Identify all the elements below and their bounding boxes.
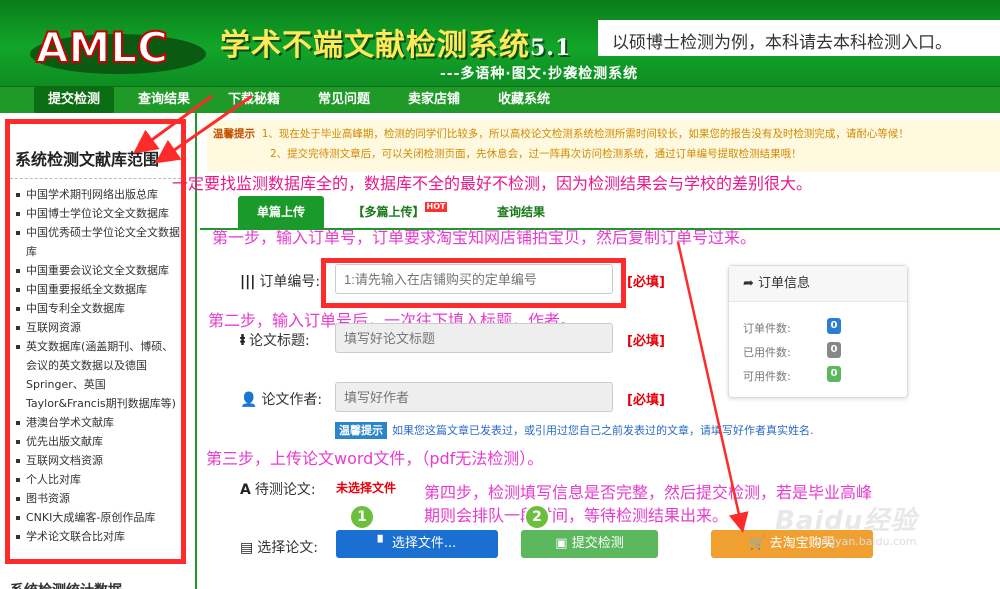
order-count-row: 订单件数: 0 [743,318,841,336]
list-item[interactable]: 图书资源 [14,489,181,508]
list-item[interactable]: 中国专利全文数据库 [14,299,181,318]
version-number: 5.1 [530,35,572,61]
list-item[interactable]: 互联网资源 [14,318,181,337]
database-list: 中国学术期刊网络出版总库 中国博士学位论文全文数据库 中国优秀硕士学位论文全文数… [10,179,181,546]
cart-icon: 🛒 [749,536,770,551]
hot-badge: HOT [424,202,448,212]
step-circle-2: 2 [524,504,550,530]
sidebar-title: 系统检测文献库范围 [10,124,181,179]
author-input[interactable] [335,382,613,412]
order-info-panel: ➦ 订单信息 订单件数: 0 已用件数: 0 可用件数: 0 [728,265,908,398]
used-count-badge: 0 [827,342,841,358]
nav-faq[interactable]: 常见问题 [304,87,384,113]
step-circle-1: 1 [349,504,375,530]
author-tip: 温馨提示 如果您这篇文章已发表过，或引用过您自己之前发表过的文章，请填写好作者真实… [335,422,814,439]
order-number-label: ||| 订单编号: [240,274,321,290]
notice-line-2: 2、提交完待测文章后，可以关闭检测页面，先休息会，过一阵再次访问检测系统，通过订… [270,148,802,160]
list-item[interactable]: 港澳台学术文献库 [14,413,181,432]
nav-bookmark-system[interactable]: 收藏系统 [484,87,564,113]
annotation-warning: 一定要找监测数据库全的，数据库不全的最好不检测，因为检测结果会与学校的差别很大。 [172,174,813,193]
list-item[interactable]: 中国重要报纸全文数据库 [14,280,181,299]
list-item[interactable]: CNKI大成编客-原创作品库 [14,508,181,527]
list-item[interactable]: 中国重要会议论文全文数据库 [14,261,181,280]
notice-label: 温馨提示 [213,128,255,140]
list-item[interactable]: 中国博士学位论文全文数据库 [14,204,181,223]
required-marker: [必填] [627,393,665,408]
required-marker: [必填] [627,334,665,349]
used-count-row: 已用件数: 0 [743,342,841,360]
nav-submit-check[interactable]: 提交检测 [34,87,114,113]
font-icon: A [240,482,251,498]
tab-multi-label: 【多篇上传】 [352,205,425,219]
watermark-url: jingyan.baidu.com [815,535,917,548]
list-item[interactable]: 互联网文档资源 [14,451,181,470]
database-scope-sidebar: 系统检测文献库范围 中国学术期刊网络出版总库 中国博士学位论文全文数据库 中国优… [5,119,186,564]
list-item[interactable]: 优先出版文献库 [14,432,181,451]
author-label: 👤 论文作者: [240,392,323,408]
logo-icon: AMLC [30,22,206,74]
select-paper-label: ▤ 选择论文: [240,540,318,556]
baidu-watermark: Baidu经验 [775,506,918,536]
available-count-badge: 0 [827,366,841,382]
list-icon: ▤ [240,540,254,556]
sidebar-stats-heading: 系统检测统计数据 [10,580,122,589]
paper-title-label: ⱡ 论文标题: [240,333,310,349]
notice-line-1: 1、现在处于毕业高峰期，检测的同学们比较多，所以高校论文检测系统检测所需时间较长… [261,128,909,140]
tip-tag: 温馨提示 [335,422,387,439]
user-icon: 👤 [240,392,258,408]
no-file-status: 未选择文件 [336,481,397,495]
annotation-step-4-line-2: 期则会排队一段时间，等待检测结果出来。 [424,506,729,525]
svg-text:AMLC: AMLC [36,23,168,72]
list-item[interactable]: 学术论文联合比对库 [14,527,181,546]
choose-file-button[interactable]: ▘ 选择文件... [336,530,498,558]
order-count-badge: 0 [827,318,841,334]
notice-box: 温馨提示 1、现在处于毕业高峰期，检测的同学们比较多，所以高校论文检测系统检测所… [207,120,1000,172]
pending-paper-label: A 待测论文: [240,482,316,498]
nav-seller-shop[interactable]: 卖家店铺 [394,87,474,113]
list-item[interactable]: 个人比对库 [14,470,181,489]
header: AMLC 学术不端文献检测系统5.1 ---多语种·图文·抄袭检测系统 以硕博士… [0,0,1000,86]
text-height-icon: ⱡ [240,333,246,349]
list-item[interactable]: 英文数据库(涵盖期刊、博硕、会议的英文数据以及德国Springer、英国Tayl… [14,337,181,413]
submit-check-button[interactable]: ▣ 提交检测 [521,530,658,558]
lock-icon: ▣ [555,536,572,551]
list-item[interactable]: 中国学术期刊网络出版总库 [14,185,181,204]
share-icon: ➦ [743,276,759,291]
nav-download-tips[interactable]: 下载秘籍 [214,87,294,113]
annotation-step-3: 第三步，上传论文word文件，（pdf无法检测）。 [206,449,544,468]
order-info-title: ➦ 订单信息 [729,266,907,302]
top-annotation: 以硕博士检测为例，本科请去本科检测入口。 [598,20,1000,56]
barcode-icon: ||| [240,274,256,290]
main-nav: 提交检测 查询结果 下载秘籍 常见问题 卖家店铺 收藏系统 [0,86,1000,113]
available-count-row: 可用件数: 0 [743,366,841,384]
list-item[interactable]: 中国优秀硕士学位论文全文数据库 [14,223,181,261]
annotation-step-1: 第一步，输入订单号，订单要求淘宝知网店铺拍宝贝，然后复制订单号过来。 [212,228,757,247]
nav-query-results[interactable]: 查询结果 [124,87,204,113]
system-subtitle: ---多语种·图文·抄袭检测系统 [440,66,639,82]
paper-title-input[interactable] [335,323,613,353]
order-highlight-box [321,258,626,308]
system-title: 学术不端文献检测系统5.1 [220,28,572,63]
file-icon: ▘ [377,536,392,551]
required-marker: [必填] [627,275,665,290]
